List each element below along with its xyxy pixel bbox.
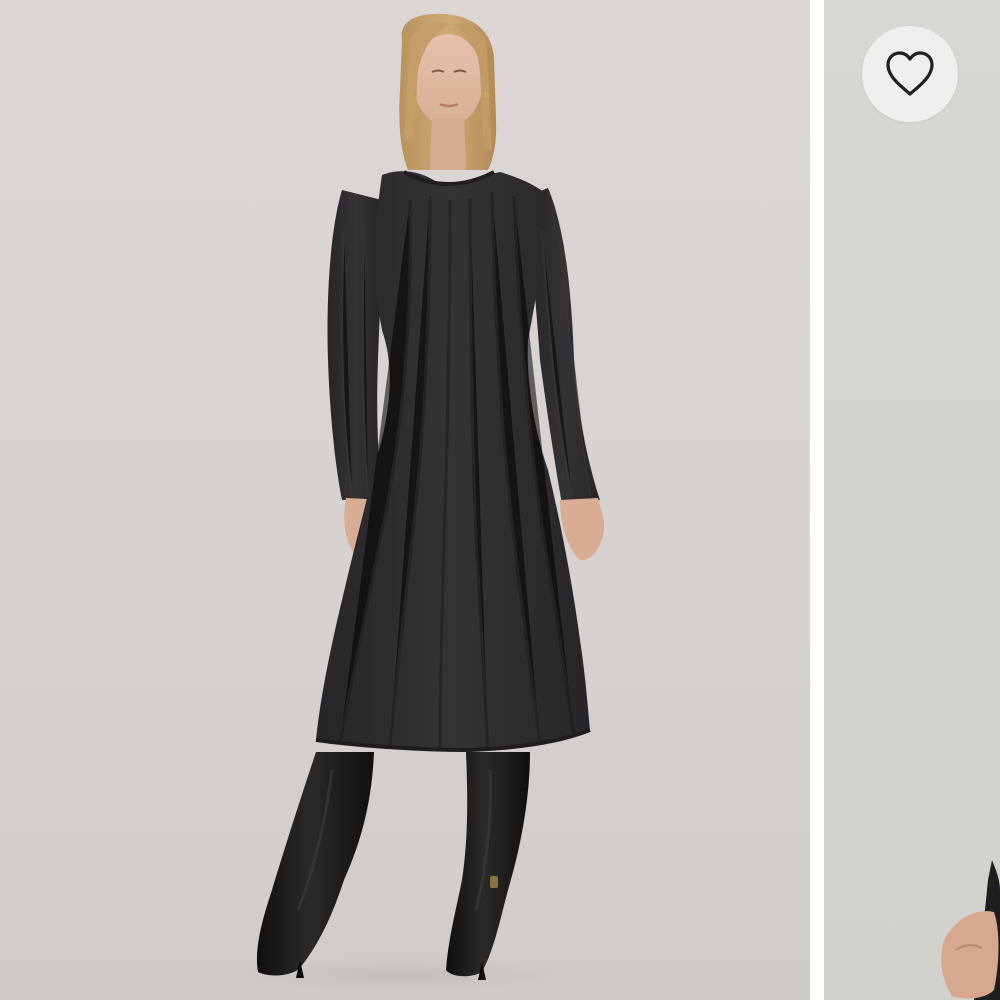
product-image-next[interactable] [824, 0, 1000, 1000]
model-photo-illustration [210, 13, 605, 993]
gallery-gap [810, 0, 824, 1000]
next-photo-illustration [941, 860, 1000, 1000]
product-image-gallery [0, 0, 1000, 1000]
heart-outline-icon [884, 50, 936, 98]
product-image-main[interactable] [0, 0, 810, 1000]
favorite-button[interactable] [862, 26, 958, 122]
